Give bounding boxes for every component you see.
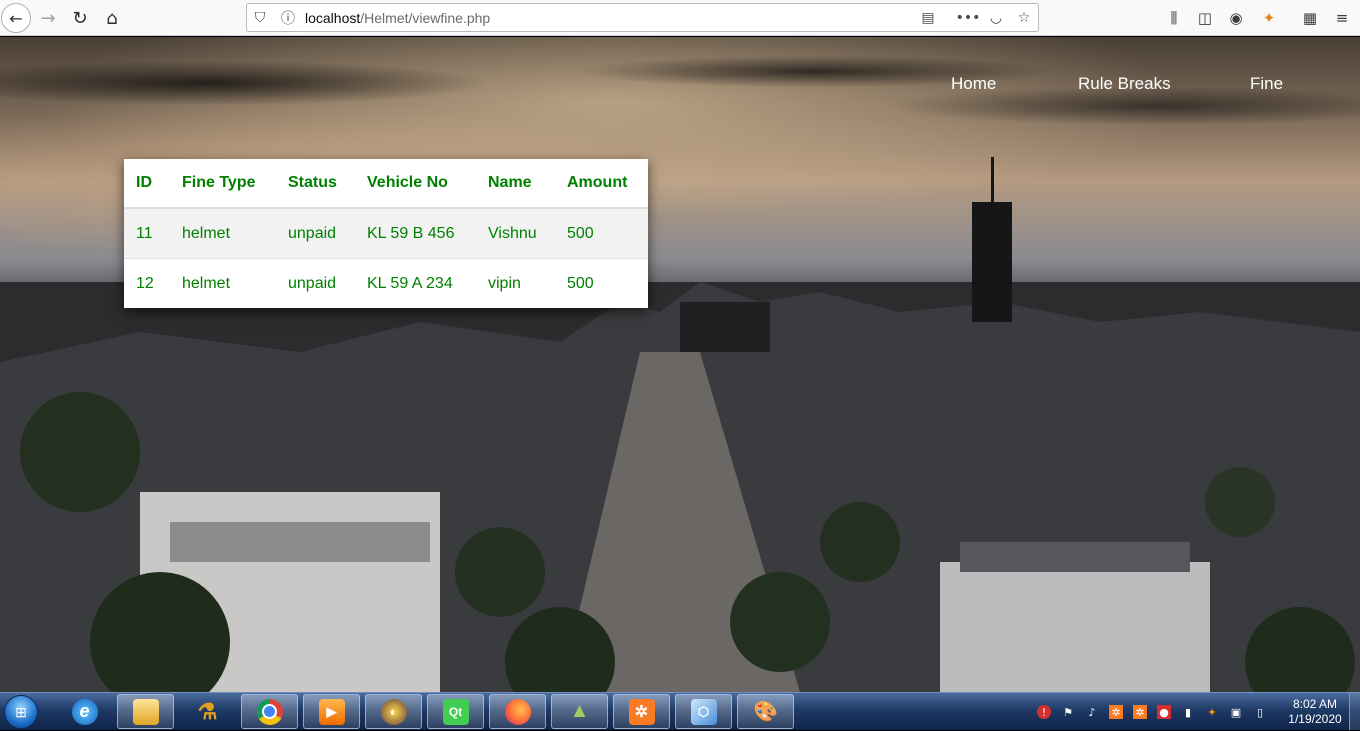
fines-table: ID Fine Type Status Vehicle No Name Amou…	[124, 159, 648, 308]
cell-name: vipin	[476, 258, 555, 308]
recorder-tray-icon[interactable]: ●	[1157, 705, 1171, 719]
cell-vehicle-no: KL 59 A 234	[355, 258, 476, 308]
city-background-image	[0, 282, 1360, 692]
page-content: Home Rule Breaks Fine	[0, 37, 1360, 692]
bookmark-star-icon[interactable]: ☆	[1013, 7, 1035, 29]
taskbar-internet-explorer[interactable]: e	[56, 694, 113, 729]
table-header-row: ID Fine Type Status Vehicle No Name Amou…	[124, 159, 648, 209]
folder-icon	[132, 698, 159, 725]
action-center-flag-icon[interactable]: ⚑	[1061, 705, 1075, 719]
taskbar-android-studio[interactable]: ▲	[551, 694, 608, 729]
cell-fine-type: helmet	[170, 207, 276, 259]
metamask-icon[interactable]: ✦	[1256, 5, 1282, 31]
page-actions-icon[interactable]: •••	[956, 7, 981, 29]
cell-fine-type: helmet	[170, 258, 276, 308]
cell-status: unpaid	[276, 207, 355, 259]
nav-rule-breaks-link[interactable]: Rule Breaks	[1078, 74, 1171, 94]
clock-time: 8:02 AM	[1292, 697, 1338, 711]
taskbar-firefox[interactable]	[489, 694, 546, 729]
sidebar-icon[interactable]: ◫	[1192, 5, 1218, 31]
back-arrow-icon[interactable]: ←	[1, 3, 31, 33]
show-desktop-button[interactable]	[1349, 693, 1360, 730]
pocket-icon[interactable]: ◡	[985, 7, 1007, 29]
header-amount: Amount	[555, 159, 648, 209]
android-studio-icon: ▲	[569, 700, 590, 722]
tower-antenna	[991, 157, 994, 202]
taskbar-file-explorer[interactable]	[117, 694, 174, 729]
battery-icon[interactable]: ▯	[1253, 705, 1267, 719]
microscope-icon: ⚗	[197, 698, 218, 724]
header-fine-type: Fine Type	[170, 159, 276, 209]
tower-building	[972, 202, 1012, 322]
info-icon[interactable]: ⓘ	[277, 7, 299, 29]
cell-amount: 500	[555, 207, 648, 259]
extensions-icon[interactable]: ▦	[1297, 5, 1323, 31]
windows-logo-icon: ⊞	[4, 695, 38, 729]
table-row: 11 helmet unpaid KL 59 B 456 Vishnu 500	[124, 207, 648, 259]
browser-toolbar: ← → ↻ ⌂ ⛉ ⓘ localhost/Helmet/viewfine.ph…	[0, 0, 1360, 36]
header-status: Status	[276, 159, 355, 209]
network-signal-icon[interactable]: ▮	[1181, 705, 1195, 719]
virtualbox-icon: ⬡	[690, 698, 717, 725]
chrome-icon	[256, 698, 283, 725]
nav-fine-link[interactable]: Fine	[1250, 74, 1283, 94]
reload-icon[interactable]: ↻	[66, 4, 94, 32]
xampp-tray-icon[interactable]: ✲	[1109, 705, 1123, 719]
taskbar-media-player[interactable]: ▶	[303, 694, 360, 729]
security-alert-icon[interactable]: !	[1037, 705, 1051, 719]
header-id: ID	[124, 159, 170, 209]
cell-id: 11	[124, 207, 170, 259]
cell-vehicle-no: KL 59 B 456	[355, 207, 476, 259]
taskbar-qt-creator[interactable]: Qt	[427, 694, 484, 729]
paint-palette-icon: 🎨	[753, 701, 778, 723]
windows-taskbar: ⊞ e ⚗ ▶ ◐ Qt ▲ ✲ ⬡ 🎨 ! ⚑ ♪ ✲ ✲ ● ▮ ✦ ▣ ▯…	[0, 692, 1360, 730]
taskbar-app-launcher[interactable]: ⚗	[179, 694, 236, 729]
internet-explorer-icon: e	[71, 698, 98, 725]
header-name: Name	[476, 159, 555, 209]
table-row: 12 helmet unpaid KL 59 A 234 vipin 500	[124, 258, 648, 308]
top-nav: Home Rule Breaks Fine	[0, 74, 1360, 94]
app-player-icon: ◐	[380, 698, 407, 725]
menu-icon[interactable]: ≡	[1329, 5, 1355, 31]
forward-arrow-icon[interactable]: →	[34, 4, 62, 32]
header-vehicle-no: Vehicle No	[355, 159, 476, 209]
taskbar-app-player[interactable]: ◐	[365, 694, 422, 729]
usb-device-icon[interactable]: ▣	[1229, 705, 1243, 719]
start-button[interactable]: ⊞	[1, 693, 41, 731]
qt-icon: Qt	[442, 698, 469, 725]
xampp-icon: ✲	[628, 698, 655, 725]
firefox-icon	[504, 698, 531, 725]
cell-id: 12	[124, 258, 170, 308]
nav-home-link[interactable]: Home	[951, 74, 996, 94]
url-path: /Helmet/viewfine.php	[360, 10, 491, 26]
cell-status: unpaid	[276, 258, 355, 308]
cell-name: Vishnu	[476, 207, 555, 259]
taskbar-chrome[interactable]	[241, 694, 298, 729]
reader-view-icon[interactable]: ▤	[917, 7, 939, 29]
shield-icon[interactable]: ⛉	[249, 7, 271, 29]
app-tray-icon[interactable]: ✦	[1205, 705, 1219, 719]
clock-date: 1/19/2020	[1288, 712, 1342, 726]
volume-icon[interactable]: ♪	[1085, 705, 1099, 719]
url-host: localhost	[305, 10, 361, 26]
system-clock[interactable]: 8:02 AM 1/19/2020	[1280, 697, 1350, 727]
taskbar-paint[interactable]: 🎨	[737, 694, 794, 729]
play-icon: ▶	[318, 698, 345, 725]
account-icon[interactable]: ◉	[1223, 5, 1249, 31]
library-icon[interactable]: ⫼	[1161, 5, 1187, 31]
xampp-tray-icon-2[interactable]: ✲	[1133, 705, 1147, 719]
taskbar-xampp[interactable]: ✲	[613, 694, 670, 729]
cell-amount: 500	[555, 258, 648, 308]
home-icon[interactable]: ⌂	[98, 4, 126, 32]
taskbar-virtualbox[interactable]: ⬡	[675, 694, 732, 729]
address-bar[interactable]: ⛉ ⓘ localhost/Helmet/viewfine.php ▤ ••• …	[246, 3, 1039, 32]
url-text[interactable]: localhost/Helmet/viewfine.php	[305, 10, 490, 26]
